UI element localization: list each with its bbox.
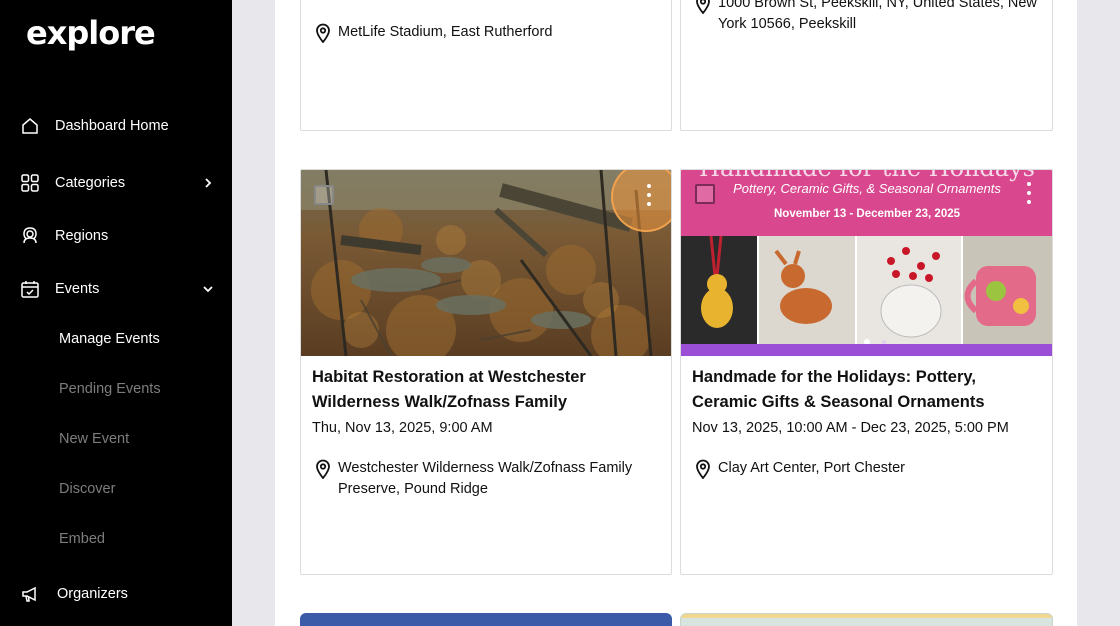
event-location: Westchester Wilderness Walk/Zofnass Fami… bbox=[315, 458, 648, 500]
megaphone-icon bbox=[22, 586, 36, 602]
event-title[interactable]: Handmade for the Holidays: Pottery, Cera… bbox=[692, 365, 1032, 415]
banner-subtitle: Pottery, Ceramic Gifts, & Seasonal Ornam… bbox=[733, 181, 1001, 196]
home-icon bbox=[22, 118, 38, 134]
event-date: Thu, Nov 13, 2025, 9:00 AM bbox=[312, 420, 493, 436]
nav-events[interactable]: Events bbox=[0, 269, 232, 309]
nav-dashboard-home[interactable]: Dashboard Home bbox=[0, 106, 232, 146]
sub-discover[interactable]: Discover bbox=[59, 481, 115, 497]
card-menu-button[interactable] bbox=[643, 184, 655, 206]
event-location: 1000 Brown St, Peekskill, NY, United Sta… bbox=[695, 0, 1048, 35]
nav-organizers[interactable]: Organizers bbox=[0, 574, 232, 614]
event-image-holiday-banner[interactable]: Handmade for the Holidays Pottery, Ceram… bbox=[681, 170, 1052, 356]
event-image-forest[interactable] bbox=[301, 170, 671, 356]
event-location-text: Westchester Wilderness Walk/Zofnass Fami… bbox=[338, 460, 633, 497]
map-user-icon bbox=[23, 227, 37, 244]
content-gutter-left bbox=[232, 0, 275, 626]
select-checkbox[interactable] bbox=[695, 184, 715, 204]
sub-embed[interactable]: Embed bbox=[59, 531, 105, 547]
nav-regions-label: Regions bbox=[55, 228, 109, 244]
event-card[interactable] bbox=[300, 613, 672, 626]
event-card-habitat-restoration[interactable]: Habitat Restoration at Westchester Wilde… bbox=[300, 169, 672, 575]
calendar-icon bbox=[21, 281, 39, 298]
nav-regions[interactable]: Regions bbox=[0, 216, 232, 256]
chevron-right-icon bbox=[205, 178, 212, 188]
sub-pending-events[interactable]: Pending Events bbox=[59, 381, 161, 397]
sidebar: explore Dashboard Home Categories Region… bbox=[0, 0, 232, 626]
location-pin-icon bbox=[316, 23, 330, 43]
event-date: Nov 13, 2025, 10:00 AM - Dec 23, 2025, 5… bbox=[692, 420, 1009, 436]
nav-categories[interactable]: Categories bbox=[0, 163, 232, 203]
grid-icon bbox=[21, 174, 39, 192]
explore-logo[interactable]: explore bbox=[26, 14, 156, 52]
nav-events-label: Events bbox=[55, 281, 100, 297]
event-location-line2: York 10566, Peekskill bbox=[718, 16, 857, 32]
card-menu-button[interactable] bbox=[1023, 182, 1035, 204]
banner-dates: November 13 - December 23, 2025 bbox=[773, 208, 961, 220]
holiday-products-photo bbox=[681, 236, 1052, 344]
event-card[interactable] bbox=[680, 613, 1053, 626]
events-grid: MetLife Stadium, East Rutherford 1000 Br… bbox=[275, 0, 1077, 626]
banner-footer-strip bbox=[681, 344, 1052, 356]
banner-header: Handmade for the Holidays Pottery, Ceram… bbox=[681, 170, 1052, 236]
chevron-down-icon bbox=[203, 286, 213, 293]
sub-new-event[interactable]: New Event bbox=[59, 431, 129, 447]
event-card-handmade-holidays[interactable]: Handmade for the Holidays Pottery, Ceram… bbox=[680, 169, 1053, 575]
location-pin-icon bbox=[696, 0, 710, 14]
event-title[interactable]: Habitat Restoration at Westchester Wilde… bbox=[312, 365, 652, 415]
select-checkbox[interactable] bbox=[314, 185, 334, 205]
nav-organizers-label: Organizers bbox=[57, 586, 128, 602]
event-card[interactable]: MetLife Stadium, East Rutherford bbox=[300, 0, 672, 131]
event-location: Clay Art Center, Port Chester bbox=[695, 458, 1028, 479]
event-card[interactable]: 1000 Brown St, Peekskill, NY, United Sta… bbox=[680, 0, 1053, 131]
event-location-line1: 1000 Brown St, Peekskill, NY, United Sta… bbox=[718, 0, 1037, 11]
location-pin-icon bbox=[696, 459, 710, 479]
event-location-text: MetLife Stadium, East Rutherford bbox=[338, 24, 553, 40]
content-gutter-right bbox=[1077, 0, 1120, 626]
sub-manage-events[interactable]: Manage Events bbox=[59, 331, 160, 347]
event-location-text: Clay Art Center, Port Chester bbox=[718, 460, 905, 476]
event-location: MetLife Stadium, East Rutherford bbox=[315, 22, 648, 43]
location-pin-icon bbox=[316, 459, 330, 479]
nav-dashboard-home-label: Dashboard Home bbox=[55, 118, 169, 134]
nav-categories-label: Categories bbox=[55, 175, 126, 191]
